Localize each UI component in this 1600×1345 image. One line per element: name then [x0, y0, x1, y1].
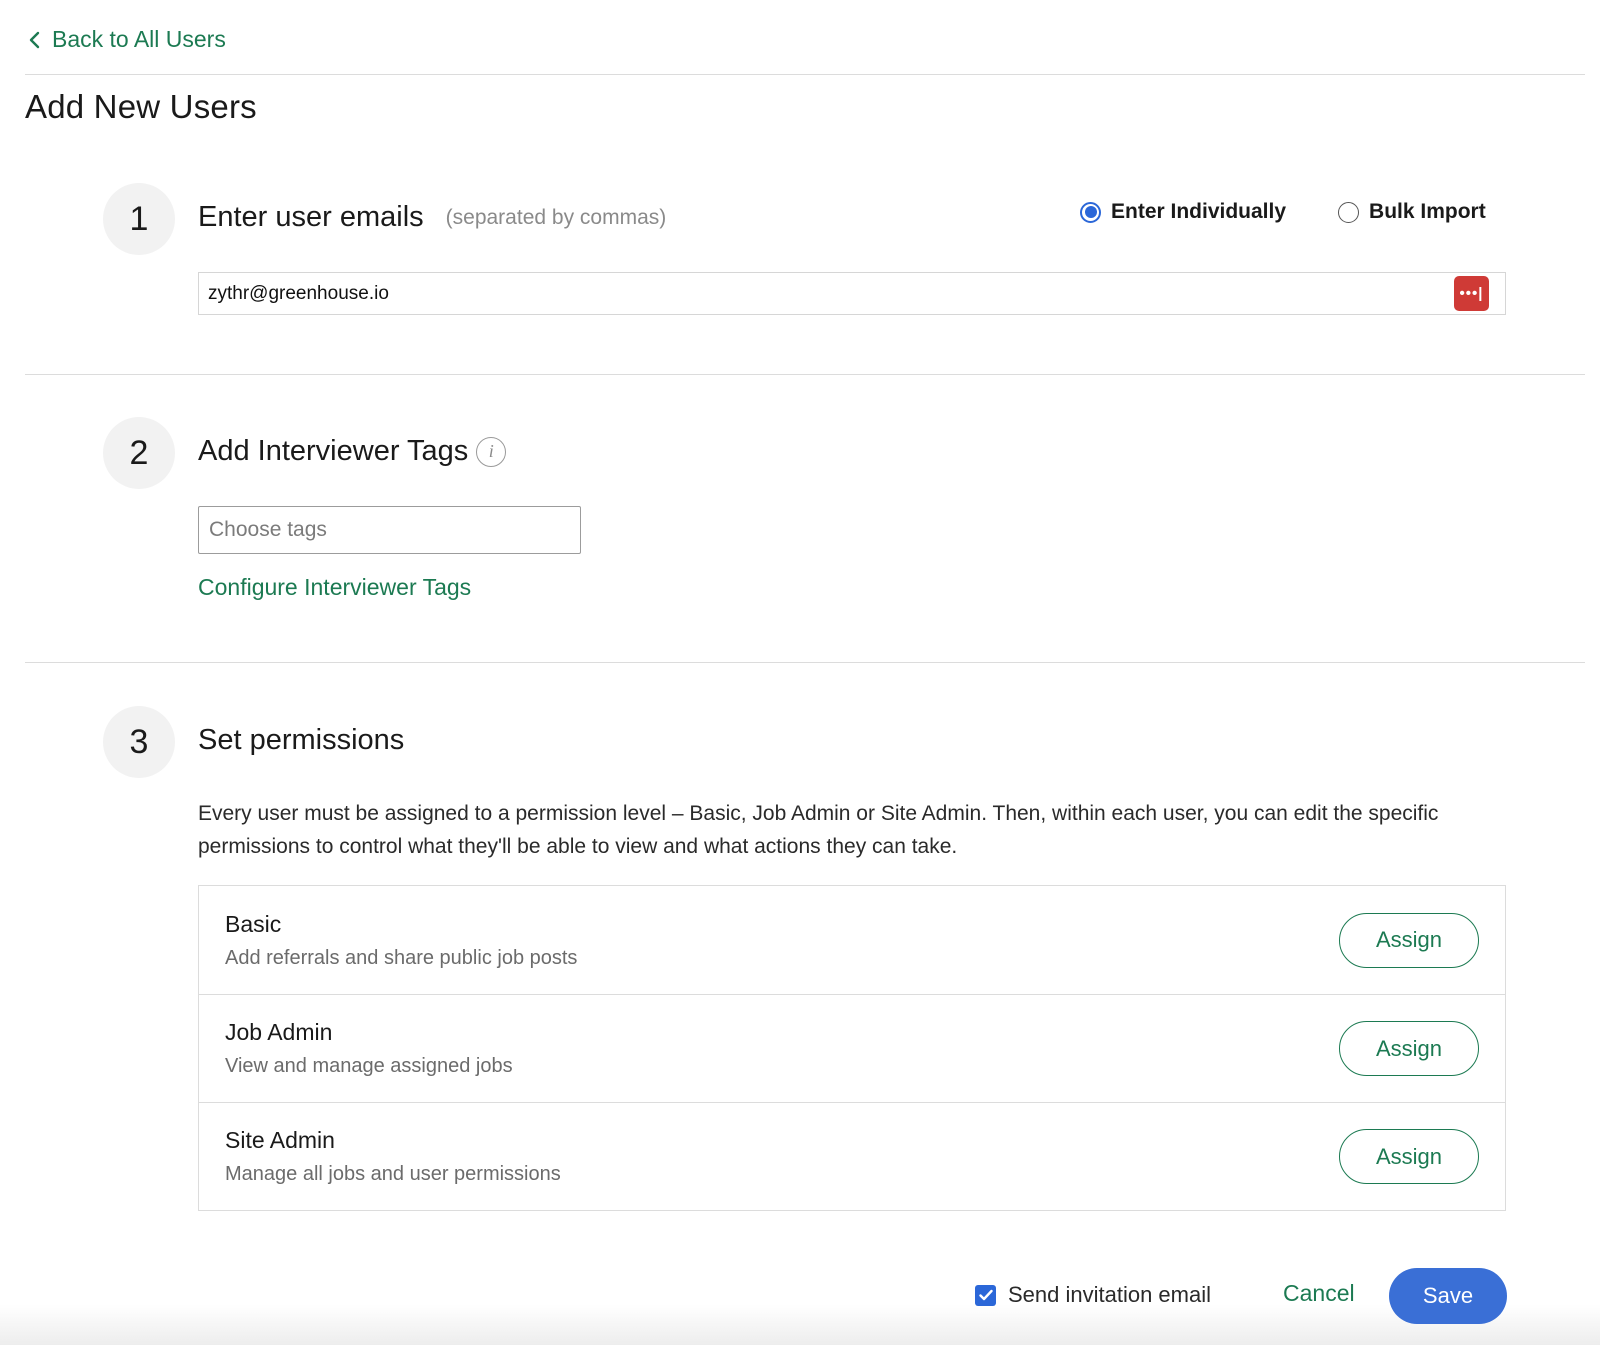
chevron-left-icon	[29, 31, 40, 48]
footer-bar	[0, 1255, 1600, 1345]
user-emails-value: zythr@greenhouse.io	[208, 282, 389, 304]
section-divider	[25, 662, 1585, 663]
save-button[interactable]: Save	[1389, 1268, 1507, 1324]
permission-name: Basic	[225, 910, 282, 937]
step-3-title: Set permissions	[198, 724, 405, 756]
send-invitation-checkbox[interactable]: Send invitation email	[975, 1282, 1211, 1308]
back-link-label: Back to All Users	[52, 26, 226, 52]
password-manager-icon[interactable]: •••|	[1454, 276, 1489, 311]
permission-name: Site Admin	[225, 1127, 335, 1153]
step-2-number: 2	[103, 417, 175, 489]
permission-info: Site Admin Manage all jobs and user perm…	[225, 1127, 561, 1186]
step-1-hint: (separated by commas)	[445, 205, 667, 229]
permission-row-job-admin: Job Admin View and manage assigned jobs …	[199, 994, 1505, 1102]
step-1-number: 1	[103, 183, 175, 255]
step-1-heading: Enter user emails (separated by commas)	[198, 201, 666, 234]
radio-unselected-indicator	[1338, 201, 1360, 223]
step-2-title: Add Interviewer Tags	[198, 435, 469, 467]
assign-basic-button[interactable]: Assign	[1339, 912, 1479, 968]
user-emails-input[interactable]: zythr@greenhouse.io •••|	[198, 272, 1506, 315]
choose-tags-placeholder: Choose tags	[209, 518, 327, 541]
cancel-button[interactable]: Cancel	[1283, 1280, 1355, 1307]
permission-description: Manage all jobs and user permissions	[225, 1163, 561, 1185]
permission-levels-list: Basic Add referrals and share public job…	[198, 885, 1506, 1211]
assign-site-admin-button[interactable]: Assign	[1339, 1129, 1479, 1184]
bulk-import-radio[interactable]: Bulk Import	[1338, 200, 1486, 224]
email-entry-mode: Enter Individually Bulk Import	[1080, 200, 1486, 224]
permission-description: Add referrals and share public job posts	[225, 946, 578, 969]
permission-row-site-admin: Site Admin Manage all jobs and user perm…	[199, 1102, 1505, 1210]
back-to-all-users-link[interactable]: Back to All Users	[28, 26, 226, 53]
step-1-title: Enter user emails	[198, 201, 424, 233]
step-3-heading: Set permissions	[198, 724, 404, 757]
step-2-heading: Add Interviewer Tags i	[198, 435, 507, 468]
permission-info: Job Admin View and manage assigned jobs	[225, 1019, 513, 1078]
page-title: Add New Users	[25, 88, 257, 125]
send-invitation-label: Send invitation email	[1008, 1282, 1212, 1307]
section-divider	[25, 374, 1585, 375]
radio-selected-indicator	[1080, 201, 1101, 223]
enter-individually-label: Enter Individually	[1111, 200, 1287, 223]
info-icon[interactable]: i	[476, 436, 507, 467]
permission-info: Basic Add referrals and share public job…	[225, 911, 577, 970]
assign-job-admin-button[interactable]: Assign	[1339, 1021, 1479, 1076]
bulk-import-label: Bulk Import	[1369, 200, 1486, 223]
permission-row-basic: Basic Add referrals and share public job…	[199, 886, 1505, 994]
choose-tags-input[interactable]: Choose tags	[198, 506, 581, 554]
enter-individually-radio[interactable]: Enter Individually	[1080, 200, 1286, 224]
configure-interviewer-tags-link[interactable]: Configure Interviewer Tags	[198, 574, 471, 601]
permissions-description: Every user must be assigned to a permiss…	[198, 802, 1439, 858]
checkbox-checked-icon	[975, 1284, 996, 1306]
permission-description: View and manage assigned jobs	[225, 1055, 513, 1077]
permission-name: Job Admin	[225, 1019, 333, 1045]
step-3-number: 3	[103, 706, 175, 778]
header-divider	[25, 74, 1585, 75]
